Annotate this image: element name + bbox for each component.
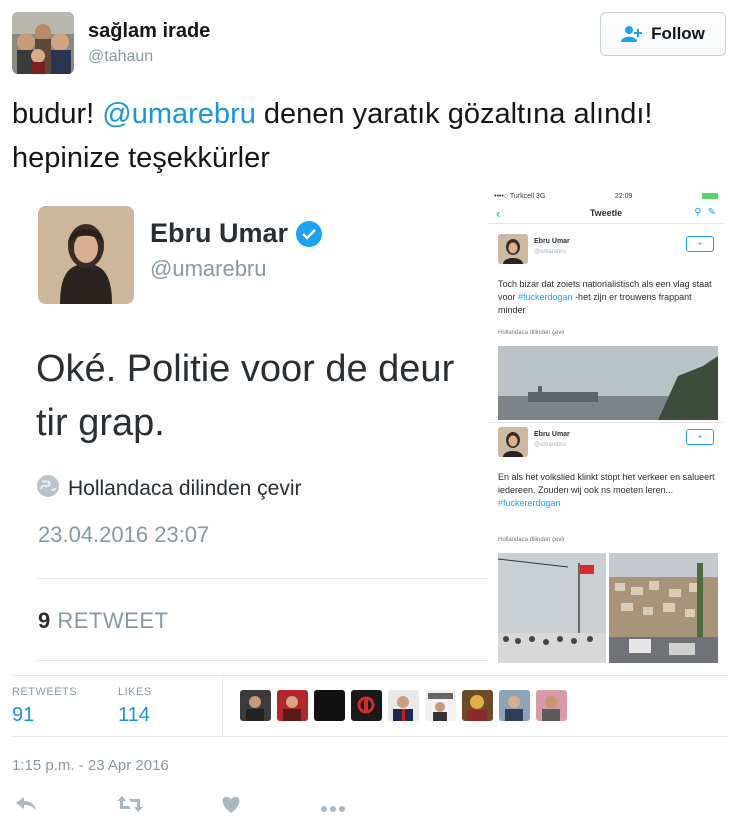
phone-nav-bar: ‹ Tweetle ⚲ ✎ [488,204,724,224]
embedded-name: Ebru Umar [150,218,323,249]
embedded-retweets: 9 RETWEET [38,608,168,634]
liker-avatar[interactable] [499,690,530,721]
verified-icon [296,220,323,247]
liker-avatar[interactable] [536,690,567,721]
compose-icon: ✎ [707,207,716,218]
phone-handle: @umarebru [534,442,566,448]
follow-label: Follow [651,24,705,43]
phone-translate: Hollandaca dilinden çevir [498,330,565,336]
embedded-retweet-count: 9 [38,608,51,633]
liker-avatar[interactable] [240,690,271,721]
embedded-date: 23.04.2016 23:07 [38,522,210,547]
tweet-timestamp[interactable]: 1:15 p.m. - 23 Apr 2016 [12,757,169,774]
retweet-icon[interactable] [116,794,144,819]
phone-tweet-text: Toch bizar dat zoiets nationalistisch al… [498,278,716,317]
phone-avatar [498,234,528,264]
phone-name: Ebru Umar [534,431,570,438]
divider [12,675,728,676]
tweet-text: budur! @umarebru denen yaratık gözaltına… [12,92,728,180]
embedded-name-text: Ebru Umar [150,218,289,248]
divider [222,676,223,736]
embedded-translate: Hollandaca dilinden çevir [36,474,301,504]
embedded-text: Oké. Politie voor de deur tir grap. [36,348,455,444]
liker-avatar[interactable] [388,690,419,721]
embedded-retweet-label: RETWEET [57,608,169,633]
hashtag: #fuckerdogan [518,292,573,302]
liker-avatar[interactable] [351,690,382,721]
phone-nav-title: Tweetle [589,208,623,218]
reply-icon[interactable] [14,794,38,819]
liker-avatar[interactable] [462,690,493,721]
retweets-label[interactable]: RETWEETS [12,686,77,698]
add-user-icon [621,25,643,43]
divider [36,578,492,579]
liker-avatar[interactable] [314,690,345,721]
embedded-avatar [38,206,134,304]
status-time: 22:09 [614,192,633,200]
liker-avatar[interactable] [277,690,308,721]
add-user-icon: + [686,236,714,252]
author-handle[interactable]: @tahaun [88,48,153,66]
retweets-count[interactable]: 91 [12,704,34,727]
status-bar: ••••○ Turkcell 3G 22:09 [494,190,718,202]
mention-link[interactable]: @umarebru [102,98,256,130]
phone-handle: @umarebru [534,249,566,255]
likers-avatars [240,690,567,721]
more-icon[interactable] [320,800,346,818]
phone-photo [498,346,718,420]
author-avatar[interactable] [12,12,74,74]
phone-text: En als het volkslied klinkt stopt het ve… [498,472,715,495]
author-name[interactable]: sağlam irade [88,20,210,43]
tweet-text-start: budur! [12,98,103,130]
phone-screenshot: ••••○ Turkcell 3G 22:09 ‹ Tweetle ⚲ ✎ Eb… [488,190,724,665]
phone-tweet-text: En als het volkslied klinkt stopt het ve… [498,471,716,510]
follow-button[interactable]: Follow [600,12,726,56]
tweet-actions [12,790,372,820]
phone-tweet: Ebru Umar @umarebru + En als het volksli… [488,422,724,665]
carrier-text: ••••○ Turkcell 3G [494,192,546,200]
likes-count[interactable]: 114 [118,704,150,727]
divider [12,736,728,737]
likes-label[interactable]: LIKES [118,686,152,698]
add-user-icon: + [686,429,714,445]
phone-translate: Hollandaca dilinden çevir [498,537,565,543]
search-icon: ⚲ [694,207,702,218]
like-icon[interactable] [220,794,242,819]
phone-nav-icons: ⚲ ✎ [694,207,716,218]
tweet-photo[interactable]: Ebru Umar @umarebru Oké. Politie voor de… [0,190,740,670]
liker-avatar[interactable] [425,690,456,721]
divider [36,660,492,661]
embedded-translate-text: Hollandaca dilinden çevir [68,477,302,500]
battery-icon [701,193,718,199]
phone-photo [609,553,718,663]
globe-icon [36,474,60,504]
phone-tweet: Ebru Umar @umarebru + Toch bizar dat zoi… [488,230,724,420]
phone-photo [498,553,606,663]
phone-avatar [498,427,528,457]
phone-name: Ebru Umar [534,238,570,245]
hashtag: #fuckererdogan [498,498,561,508]
embedded-handle: @umarebru [150,256,267,281]
